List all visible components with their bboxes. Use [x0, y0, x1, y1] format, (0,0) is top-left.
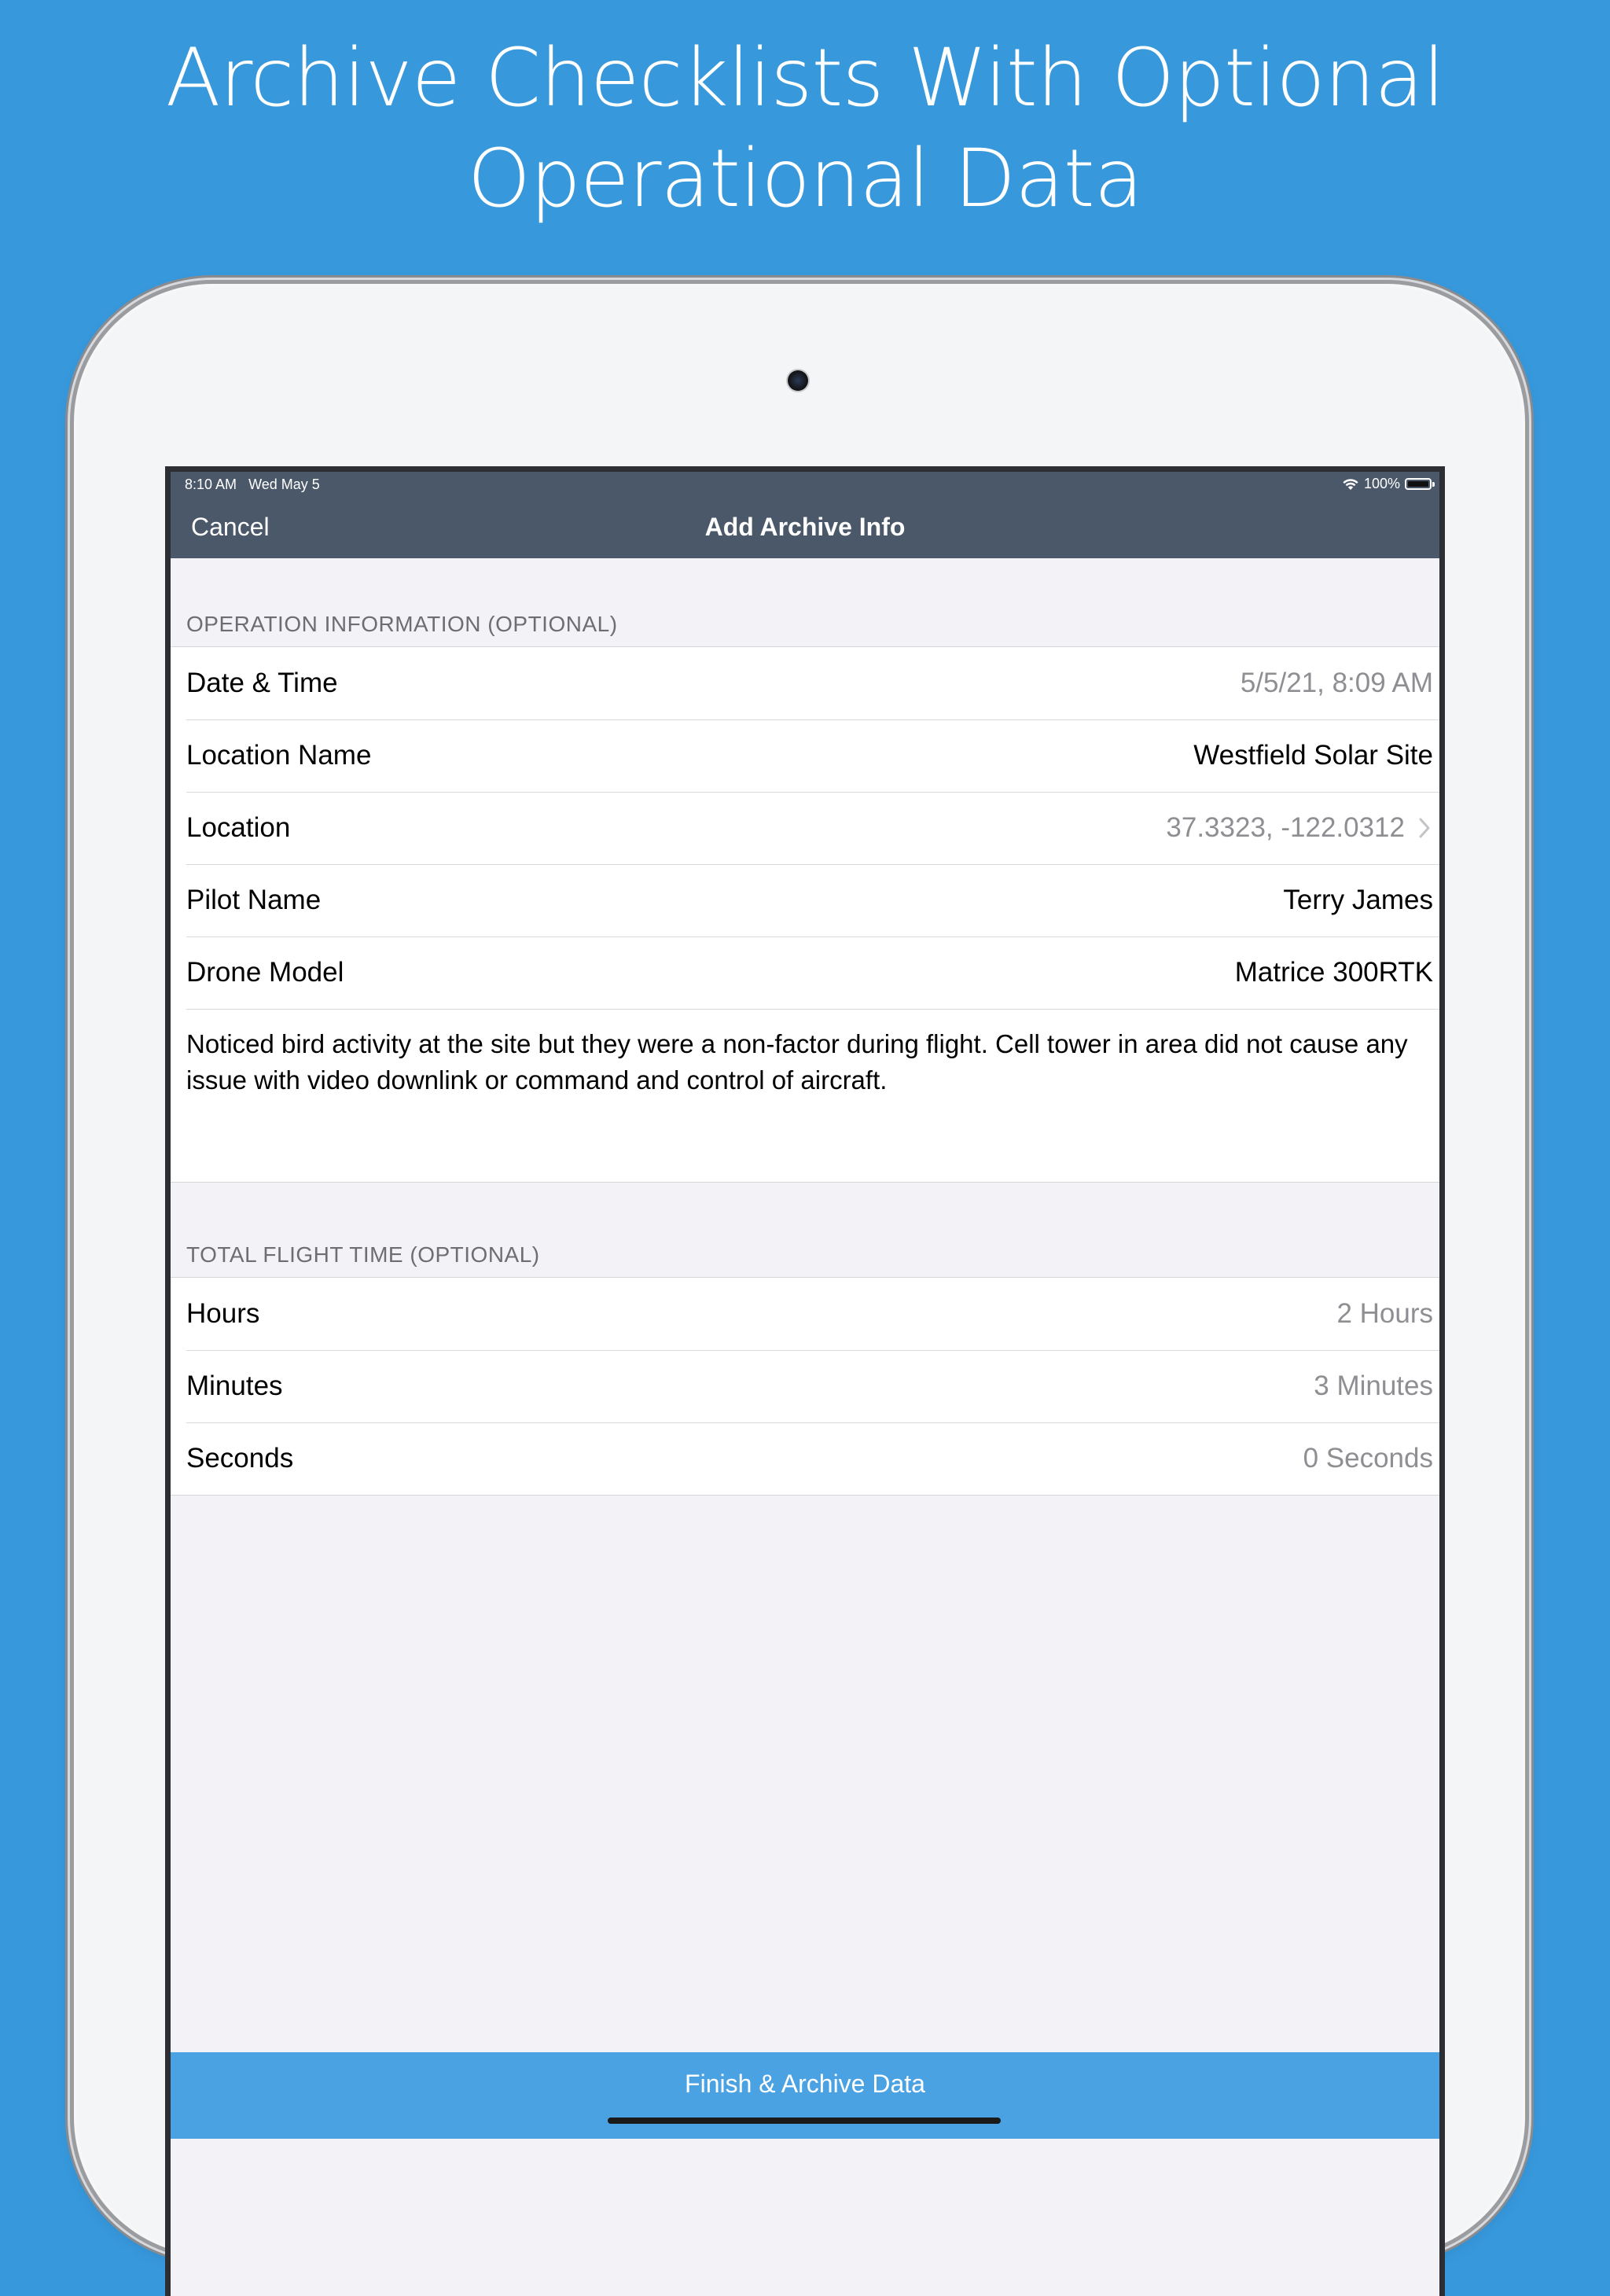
drone-model-row[interactable]: Drone Model Matrice 300RTK [171, 936, 1439, 1009]
flight-time-group: Hours 2 Hours Minutes 3 Minutes Seconds … [171, 1277, 1439, 1496]
ipad-frame: 8:10 AM Wed May 5 100% Cancel Add Archiv… [77, 287, 1522, 2296]
status-bar-time: 8:10 AM Wed May 5 [185, 476, 320, 493]
front-camera-icon [788, 370, 808, 391]
row-label: Pilot Name [186, 885, 322, 915]
location-value-wrap: 37.3323, -122.0312 [1166, 812, 1433, 844]
minutes-value: 3 Minutes [1314, 1371, 1433, 1401]
location-coordinates: 37.3323, -122.0312 [1166, 812, 1405, 843]
location-name-row[interactable]: Location Name Westfield Solar Site [171, 719, 1439, 792]
row-label: Location Name [186, 740, 372, 771]
row-label: Location [186, 812, 291, 843]
hours-value: 2 Hours [1336, 1298, 1433, 1329]
location-name-value: Westfield Solar Site [1193, 740, 1433, 771]
minutes-row[interactable]: Minutes 3 Minutes [171, 1350, 1439, 1422]
operation-section-header: OPERATION INFORMATION (OPTIONAL) [186, 612, 618, 636]
pilot-name-value: Terry James [1283, 885, 1433, 915]
home-indicator[interactable] [608, 2118, 1001, 2124]
location-row[interactable]: Location 37.3323, -122.0312 [171, 792, 1439, 864]
page-title: Add Archive Info [704, 513, 906, 541]
notes-textarea[interactable]: Noticed bird activity at the site but th… [171, 1009, 1439, 1182]
hours-row[interactable]: Hours 2 Hours [171, 1278, 1439, 1350]
date-time-value: 5/5/21, 8:09 AM [1240, 668, 1433, 698]
row-label: Hours [186, 1298, 260, 1329]
row-label: Date & Time [186, 668, 338, 698]
row-label: Seconds [186, 1443, 294, 1474]
operation-info-group: Date & Time 5/5/21, 8:09 AM Location Nam… [171, 646, 1439, 1183]
marketing-headline: Archive Checklists With Optional Operati… [165, 31, 1446, 226]
seconds-row[interactable]: Seconds 0 Seconds [171, 1422, 1439, 1495]
chevron-right-icon [1419, 818, 1430, 838]
status-time: 8:10 AM [185, 476, 237, 492]
pilot-name-row[interactable]: Pilot Name Terry James [171, 864, 1439, 936]
row-label: Drone Model [186, 957, 344, 988]
flight-time-section-header: TOTAL FLIGHT TIME (OPTIONAL) [186, 1242, 540, 1267]
wifi-icon [1343, 478, 1358, 490]
finish-archive-button[interactable]: Finish & Archive Data [171, 2052, 1439, 2139]
status-date: Wed May 5 [248, 476, 320, 492]
date-time-row[interactable]: Date & Time 5/5/21, 8:09 AM [171, 647, 1439, 719]
drone-model-value: Matrice 300RTK [1234, 957, 1433, 988]
row-label: Minutes [186, 1371, 283, 1401]
battery-icon [1405, 478, 1435, 490]
seconds-value: 0 Seconds [1303, 1443, 1433, 1474]
app-screen: 8:10 AM Wed May 5 100% Cancel Add Archiv… [165, 466, 1445, 2296]
battery-percentage: 100% [1363, 476, 1400, 491]
status-bar-indicators: 100% [1342, 476, 1435, 492]
navigation-bar: 8:10 AM Wed May 5 100% Cancel Add Archiv… [171, 472, 1439, 558]
